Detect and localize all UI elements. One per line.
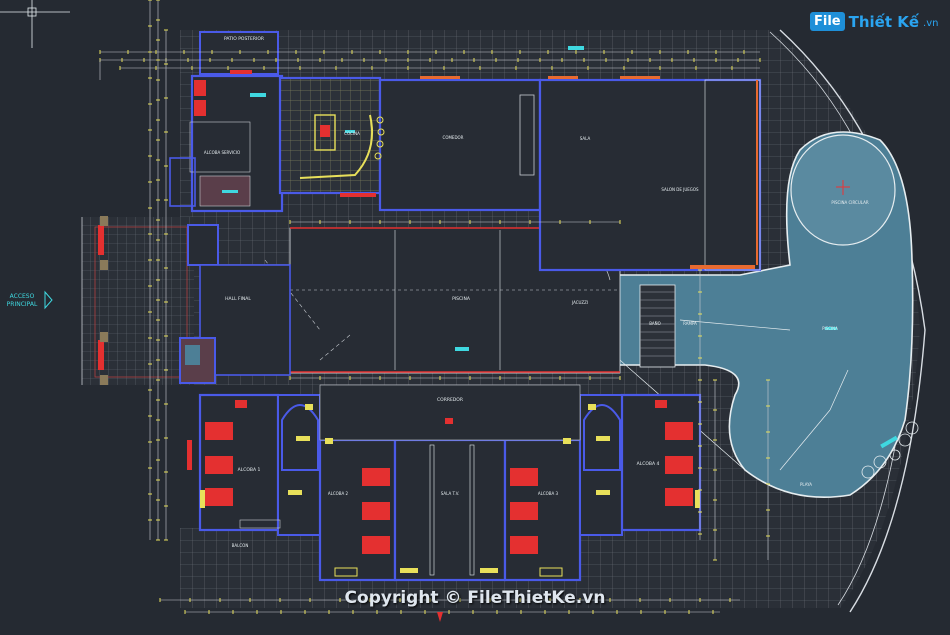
brand-logo-name: Thiết Kế bbox=[848, 12, 920, 31]
room-label-sala-tv: SALA T.V. bbox=[441, 491, 459, 496]
room-label-piscina: PISCINA bbox=[822, 326, 838, 331]
room-label-rampa: RAMPA bbox=[683, 321, 697, 326]
room-label-piscina-circ: PISCINA CIRCULAR bbox=[831, 200, 868, 205]
room-label-alcoba3: ALCOBA 3 bbox=[538, 491, 559, 496]
room-label-jacuzzi: JACUZZI bbox=[571, 300, 588, 305]
north-arrow-icon bbox=[437, 612, 443, 622]
room-label-salon-juegos: SALON DE JUEGOS bbox=[661, 187, 699, 192]
room-label-acceso: ACCESO bbox=[10, 293, 35, 300]
room-label-alcoba4: ALCOBA 4 bbox=[637, 461, 660, 467]
room-label-alcoba2: ALCOBA 2 bbox=[328, 491, 349, 496]
room-label-alcoba1: ALCOBA 1 bbox=[238, 467, 261, 473]
brand-logo: File Thiết Kế .vn bbox=[810, 12, 938, 31]
room-label-patio-top: PATIO POSTERIOR bbox=[224, 36, 264, 42]
room-label-cocina-serv: ALCOBA SERVICIO bbox=[204, 150, 240, 155]
floor-plan-canvas: PATIO POSTERIOR ALCOBA SERVICIO COCINA COME… bbox=[0, 0, 950, 631]
room-label-balcon: BALCON bbox=[232, 543, 249, 548]
room-label-hall: HALL FINAL bbox=[225, 296, 251, 302]
cad-cursor-crosshair bbox=[0, 0, 70, 48]
room-label-comedor: COMEDOR bbox=[443, 135, 464, 140]
brand-logo-mark: File bbox=[810, 12, 845, 31]
room-label-sala: SALA bbox=[580, 136, 591, 141]
room-label-cocina: COCINA bbox=[344, 131, 360, 136]
floor-plan-drawing: PATIO POSTERIOR ALCOBA SERVICIO COCINA COME… bbox=[0, 0, 926, 622]
room-label-piscina: PISCINA bbox=[452, 296, 471, 302]
room-label-principal: PRINCIPAL bbox=[7, 301, 38, 308]
room-label-banos: BAÑO bbox=[649, 321, 661, 326]
room-label-corredor: CORREDOR bbox=[437, 397, 463, 403]
brand-logo-tld: .vn bbox=[923, 18, 939, 29]
room-label-playa: PLAYA bbox=[800, 482, 812, 487]
copyright-watermark: Copyright © FileThietKe.vn bbox=[344, 588, 606, 608]
